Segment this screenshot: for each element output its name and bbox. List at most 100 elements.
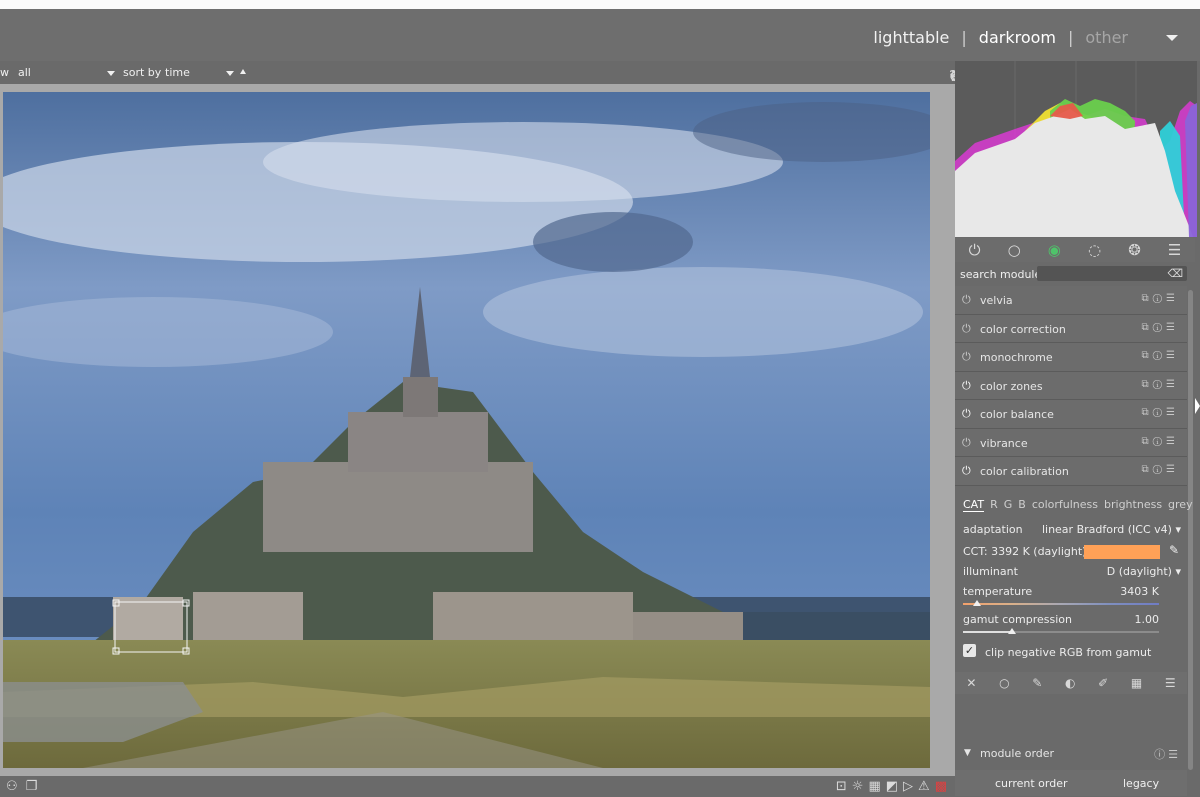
color-picker-icon[interactable]: ✎	[1169, 543, 1179, 557]
chevron-down-icon[interactable]	[1166, 34, 1178, 41]
current-order-button[interactable]: current order	[995, 777, 1068, 790]
tab-b[interactable]: B	[1018, 498, 1026, 512]
module-order-header[interactable]: ▼ module order ⓘ☰	[955, 744, 1187, 764]
softproof-icon[interactable]: ▦	[868, 779, 880, 794]
temperature-slider[interactable]	[963, 600, 1159, 606]
view-prefix-label: w	[0, 66, 9, 79]
view-lighttable[interactable]: lighttable	[873, 28, 949, 47]
module-color-correction[interactable]: ⏻ color correction ⧉ⓘ☰	[955, 314, 1187, 343]
view-other[interactable]: other	[1085, 28, 1128, 47]
module-color-zones[interactable]: ⏻ color zones ⧉ⓘ☰	[955, 371, 1187, 400]
mask-toolbar: ✕ ○ ✎ ◐ ✐ ▦ ☰	[955, 672, 1187, 694]
gamut-compression-value: 1.00	[1134, 613, 1160, 626]
search-module-row: search module ⌫	[955, 263, 1195, 285]
filter-bar: w all sort by time ⊕ ☆ ? ⚙	[0, 62, 962, 84]
parametric-mask-icon[interactable]: ◐	[1065, 676, 1075, 690]
histogram-graph	[955, 61, 1197, 237]
search-module-input[interactable]: ⌫	[1037, 266, 1187, 281]
module-vibrance[interactable]: ⏻ vibrance ⧉ⓘ☰	[955, 428, 1187, 457]
module-color-balance[interactable]: ⏻ color balance ⧉ⓘ☰	[955, 400, 1187, 429]
calibration-tabs: CAT R G B colorfulness brightness grey	[963, 498, 1193, 512]
circle-mask-icon[interactable]: ○	[999, 676, 1009, 690]
adaptation-value: linear Bradford (ICC v4)	[1041, 523, 1172, 536]
drawn-parametric-icon[interactable]: ✐	[1098, 676, 1108, 690]
module-power-icon[interactable]: ⏻	[962, 350, 971, 364]
sort-dropdown-caret-icon[interactable]	[226, 71, 234, 76]
guides-icon[interactable]: ▷	[903, 779, 913, 794]
top-border-strip	[0, 0, 1200, 9]
temperature-slider-handle[interactable]	[973, 600, 981, 606]
view-separator: |	[961, 28, 967, 47]
module-order-actions-icons[interactable]: ⓘ☰	[1154, 746, 1181, 762]
tab-cat[interactable]: CAT	[963, 498, 985, 512]
module-color-calibration[interactable]: ⏻ color calibration ⧉ⓘ☰	[955, 457, 1187, 486]
focus-peaking-icon[interactable]: ⊡	[836, 779, 847, 794]
module-power-icon[interactable]: ⏻	[962, 407, 971, 421]
adaptation-row[interactable]: adaptation linear Bradford (ICC v4) ▾	[963, 523, 1181, 536]
filter-dropdown[interactable]: all	[18, 66, 31, 79]
histogram[interactable]	[955, 61, 1197, 237]
module-power-icon[interactable]: ⏻	[962, 379, 971, 393]
module-power-icon[interactable]: ⏻	[962, 293, 971, 307]
expand-arrow-icon[interactable]: ▼	[964, 748, 971, 758]
photo-mont-saint-michel	[3, 92, 930, 768]
illuminant-dropdown[interactable]: D (daylight) ▾	[1107, 565, 1181, 578]
raw-overexposed-icon[interactable]: ▩	[935, 779, 947, 794]
sort-order-icon[interactable]	[240, 69, 246, 74]
overexposed-warning-icon[interactable]: ⚠	[918, 779, 930, 794]
temperature-row[interactable]: temperature 3403 K	[963, 585, 1173, 598]
tab-brightness[interactable]: brightness	[1104, 498, 1162, 512]
module-power-icon[interactable]: ⏻	[962, 464, 971, 478]
bulb-icon[interactable]: ☼	[852, 779, 864, 794]
view-switcher: lighttable | darkroom | other	[873, 28, 1178, 47]
correct-icon[interactable]: ◌	[1088, 242, 1101, 258]
tab-g[interactable]: G	[1004, 498, 1013, 512]
gamut-check-icon[interactable]: ◩	[886, 779, 898, 794]
effect-icon[interactable]: ❂	[1128, 242, 1141, 258]
filter-dropdown-caret-icon[interactable]	[107, 71, 115, 76]
module-velvia[interactable]: ⏻ velvia ⧉ⓘ☰	[955, 286, 1187, 315]
legacy-order-button[interactable]: legacy	[1123, 777, 1159, 790]
module-actions-icons[interactable]: ⧉ⓘ☰	[1142, 322, 1179, 333]
view-darkroom[interactable]: darkroom	[979, 28, 1056, 47]
gamut-slider-handle[interactable]	[1008, 628, 1016, 634]
tab-colorfulness[interactable]: colorfulness	[1032, 498, 1098, 512]
module-actions-icons[interactable]: ⧉ⓘ☰	[1142, 293, 1179, 304]
module-actions-icons[interactable]: ⧉ⓘ☰	[1142, 407, 1179, 418]
clip-negative-label: clip negative RGB from gamut	[985, 646, 1152, 659]
panel-scrollbar[interactable]	[1188, 290, 1193, 770]
module-actions-icons[interactable]: ⧉ⓘ☰	[1142, 379, 1179, 390]
module-actions-icons[interactable]: ⧉ⓘ☰	[1142, 464, 1179, 475]
menu-icon[interactable]: ☰	[1168, 242, 1181, 258]
color-wheel-icon[interactable]: ◉	[1048, 242, 1061, 258]
clip-negative-checkbox[interactable]: ✓	[963, 644, 976, 657]
raster-mask-icon[interactable]: ▦	[1131, 676, 1142, 690]
brush-icon[interactable]: ✎	[1032, 676, 1042, 690]
cct-label: CCT: 3392 K (daylight)	[963, 545, 1087, 558]
gamut-row[interactable]: gamut compression 1.00	[963, 613, 1173, 626]
module-power-icon[interactable]: ⏻	[962, 322, 971, 336]
illuminant-row[interactable]: illuminant D (daylight) ▾	[963, 565, 1181, 578]
adaptation-dropdown[interactable]: linear Bradford (ICC v4) ▾	[1042, 523, 1181, 536]
gamut-compression-slider[interactable]	[963, 628, 1159, 634]
menu-icon[interactable]: ☰	[1165, 676, 1176, 690]
module-power-icon[interactable]: ⏻	[962, 436, 971, 450]
module-actions-icons[interactable]: ⧉ⓘ☰	[1142, 350, 1179, 361]
center-image[interactable]	[3, 92, 930, 768]
close-icon[interactable]: ✕	[966, 676, 976, 690]
second-window-icon[interactable]: ❐	[26, 779, 38, 794]
sort-dropdown[interactable]: time	[165, 66, 190, 79]
module-name: velvia	[980, 294, 1013, 307]
tab-grey[interactable]: grey	[1168, 498, 1193, 512]
module-actions-icons[interactable]: ⧉ⓘ☰	[1142, 436, 1179, 447]
clear-search-icon[interactable]: ⌫	[1167, 267, 1183, 280]
mouse-cursor-icon	[1195, 398, 1200, 414]
circle-icon[interactable]: ○	[1008, 242, 1021, 258]
power-icon[interactable]: ⏻	[969, 242, 981, 258]
gamut-slider-fill	[963, 631, 1012, 633]
module-monochrome[interactable]: ⏻ monochrome ⧉ⓘ☰	[955, 343, 1187, 372]
module-name: vibrance	[980, 436, 1028, 450]
module-name: color zones	[980, 379, 1043, 393]
styles-icon[interactable]: ⚇	[6, 779, 18, 794]
tab-r[interactable]: R	[990, 498, 998, 512]
